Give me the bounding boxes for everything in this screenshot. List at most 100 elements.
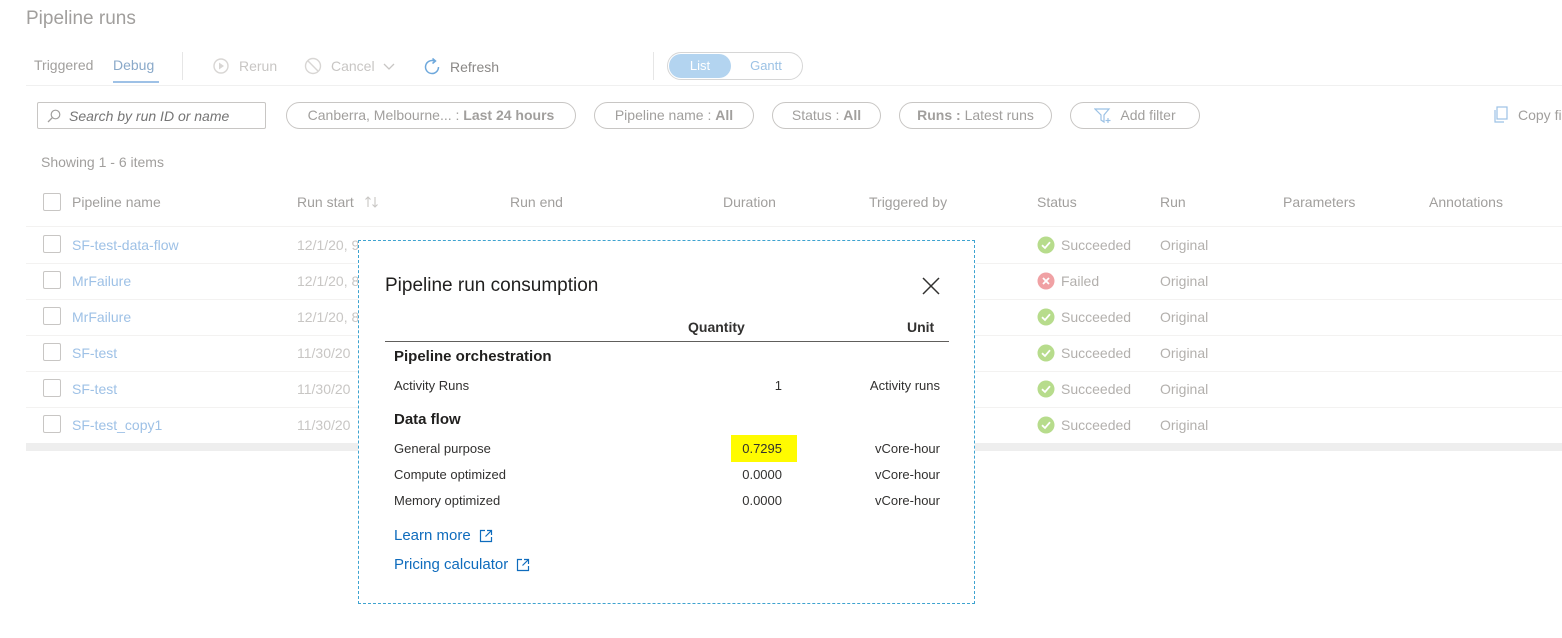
learn-more-link[interactable]: Learn more (394, 527, 493, 544)
row-checkbox[interactable] (43, 235, 61, 253)
run-type-cell: Original (1160, 273, 1209, 289)
pipeline-filter-value: All (715, 107, 734, 123)
run-start-cell: 11/30/20 (297, 345, 351, 361)
dialog-title: Pipeline run consumption (385, 275, 599, 296)
copy-icon (1494, 106, 1508, 123)
row-label: General purpose (394, 441, 491, 456)
row-checkbox[interactable] (43, 379, 61, 397)
timezone-filter[interactable]: Canberra, Melbourne... : Last 24 hours (286, 102, 576, 129)
view-toggle[interactable]: List Gantt (667, 52, 803, 80)
row-quantity: 0.0000 (742, 467, 782, 482)
item-count: Showing 1 - 6 items (41, 154, 164, 170)
pricing-calculator-label: Pricing calculator (394, 556, 509, 573)
toolbar-separator (182, 52, 183, 80)
rerun-label: Rerun (239, 58, 278, 74)
header-duration[interactable]: Duration (723, 194, 776, 210)
header-run[interactable]: Run (1160, 194, 1186, 210)
runs-filter-value: Latest runs (964, 107, 1034, 123)
pipeline-filter-label: Pipeline name : (614, 107, 712, 123)
add-filter-button[interactable]: Add filter (1070, 102, 1200, 129)
section-data-flow: Data flow (394, 411, 461, 428)
refresh-icon (424, 57, 440, 75)
header-status[interactable]: Status (1037, 194, 1077, 210)
search-box[interactable] (37, 102, 266, 129)
pipeline-name-link[interactable]: MrFailure (72, 309, 131, 325)
header-triggered-by[interactable]: Triggered by (869, 194, 947, 210)
run-type-cell: Original (1160, 381, 1209, 397)
pipeline-name-link[interactable]: SF-test (72, 381, 117, 397)
pipeline-name-filter[interactable]: Pipeline name : All (594, 102, 754, 129)
view-gantt-option[interactable]: Gantt (734, 54, 798, 78)
external-link-icon (517, 558, 530, 571)
timezone-filter-label: Canberra, Melbourne... : (307, 107, 460, 123)
filter-icon (1094, 107, 1111, 123)
status-cell: Succeeded (1037, 416, 1131, 434)
consumption-dialog: Pipeline run consumption Quantity Unit P… (358, 240, 975, 604)
pipeline-name-link[interactable]: MrFailure (72, 273, 131, 289)
run-type-cell: Original (1160, 345, 1209, 361)
active-tab-indicator (113, 81, 159, 83)
status-label: Failed (1061, 273, 1100, 289)
chevron-down-icon (383, 63, 395, 70)
success-icon (1037, 236, 1055, 254)
pricing-calculator-link[interactable]: Pricing calculator (394, 556, 530, 573)
section-pipeline-orchestration: Pipeline orchestration (394, 348, 552, 365)
header-run-start[interactable]: Run start (297, 194, 380, 210)
pipeline-name-link[interactable]: SF-test_copy1 (72, 417, 162, 433)
runs-filter-label: Runs : (917, 107, 961, 123)
cancel-button[interactable]: Cancel (303, 57, 395, 75)
pipeline-name-link[interactable]: SF-test (72, 345, 117, 361)
status-filter-label: Status : (791, 107, 840, 123)
status-cell: Succeeded (1037, 308, 1131, 326)
pipeline-name-link[interactable]: SF-test-data-flow (72, 237, 179, 253)
status-cell: Succeeded (1037, 236, 1131, 254)
run-type-cell: Original (1160, 417, 1209, 433)
status-label: Succeeded (1061, 381, 1132, 397)
run-start-cell: 12/1/20, 8 (297, 273, 360, 289)
row-unit: vCore-hour (874, 493, 940, 508)
run-start-cell: 11/30/20 (297, 381, 351, 397)
header-pipeline-name[interactable]: Pipeline name (72, 194, 161, 210)
refresh-label: Refresh (450, 59, 500, 75)
view-list-option[interactable]: List (669, 54, 731, 78)
rerun-button[interactable]: Rerun (211, 57, 277, 75)
run-start-cell: 12/1/20, 9 (297, 237, 360, 253)
success-icon (1037, 380, 1055, 398)
external-link-icon (479, 529, 492, 542)
select-all-checkbox[interactable] (43, 193, 61, 211)
runs-filter[interactable]: Runs : Latest runs (899, 102, 1052, 129)
learn-more-label: Learn more (394, 527, 471, 544)
status-label: Succeeded (1061, 417, 1132, 433)
row-label: Compute optimized (394, 467, 506, 482)
success-icon (1037, 308, 1055, 326)
header-annotations[interactable]: Annotations (1429, 194, 1503, 210)
status-filter[interactable]: Status : All (772, 102, 881, 129)
tab-debug[interactable]: Debug (113, 57, 154, 73)
copy-filter-button[interactable]: Copy fi (1492, 106, 1562, 124)
status-label: Succeeded (1061, 345, 1132, 361)
header-run-end[interactable]: Run end (510, 194, 563, 210)
row-checkbox[interactable] (43, 307, 61, 325)
row-checkbox[interactable] (43, 415, 61, 433)
row-unit: vCore-hour (874, 467, 940, 482)
status-label: Succeeded (1061, 237, 1132, 253)
close-icon (922, 277, 940, 295)
refresh-button[interactable]: Refresh (422, 57, 499, 77)
run-type-cell: Original (1160, 237, 1209, 253)
row-quantity: 1 (774, 378, 782, 393)
toolbar-divider (26, 85, 1562, 86)
table-header-rule (385, 341, 949, 342)
timezone-filter-value: Last 24 hours (463, 107, 555, 123)
status-cell: Succeeded (1037, 344, 1131, 362)
copy-filter-label: Copy fi (1518, 107, 1562, 123)
row-checkbox[interactable] (43, 271, 61, 289)
close-button[interactable] (919, 274, 943, 298)
row-unit: vCore-hour (874, 441, 940, 456)
search-input[interactable] (67, 106, 261, 125)
status-label: Succeeded (1061, 309, 1132, 325)
row-checkbox[interactable] (43, 343, 61, 361)
tab-triggered[interactable]: Triggered (34, 57, 93, 73)
header-parameters[interactable]: Parameters (1283, 194, 1355, 210)
run-start-cell: 12/1/20, 8 (297, 309, 360, 325)
header-divider (26, 226, 1562, 227)
